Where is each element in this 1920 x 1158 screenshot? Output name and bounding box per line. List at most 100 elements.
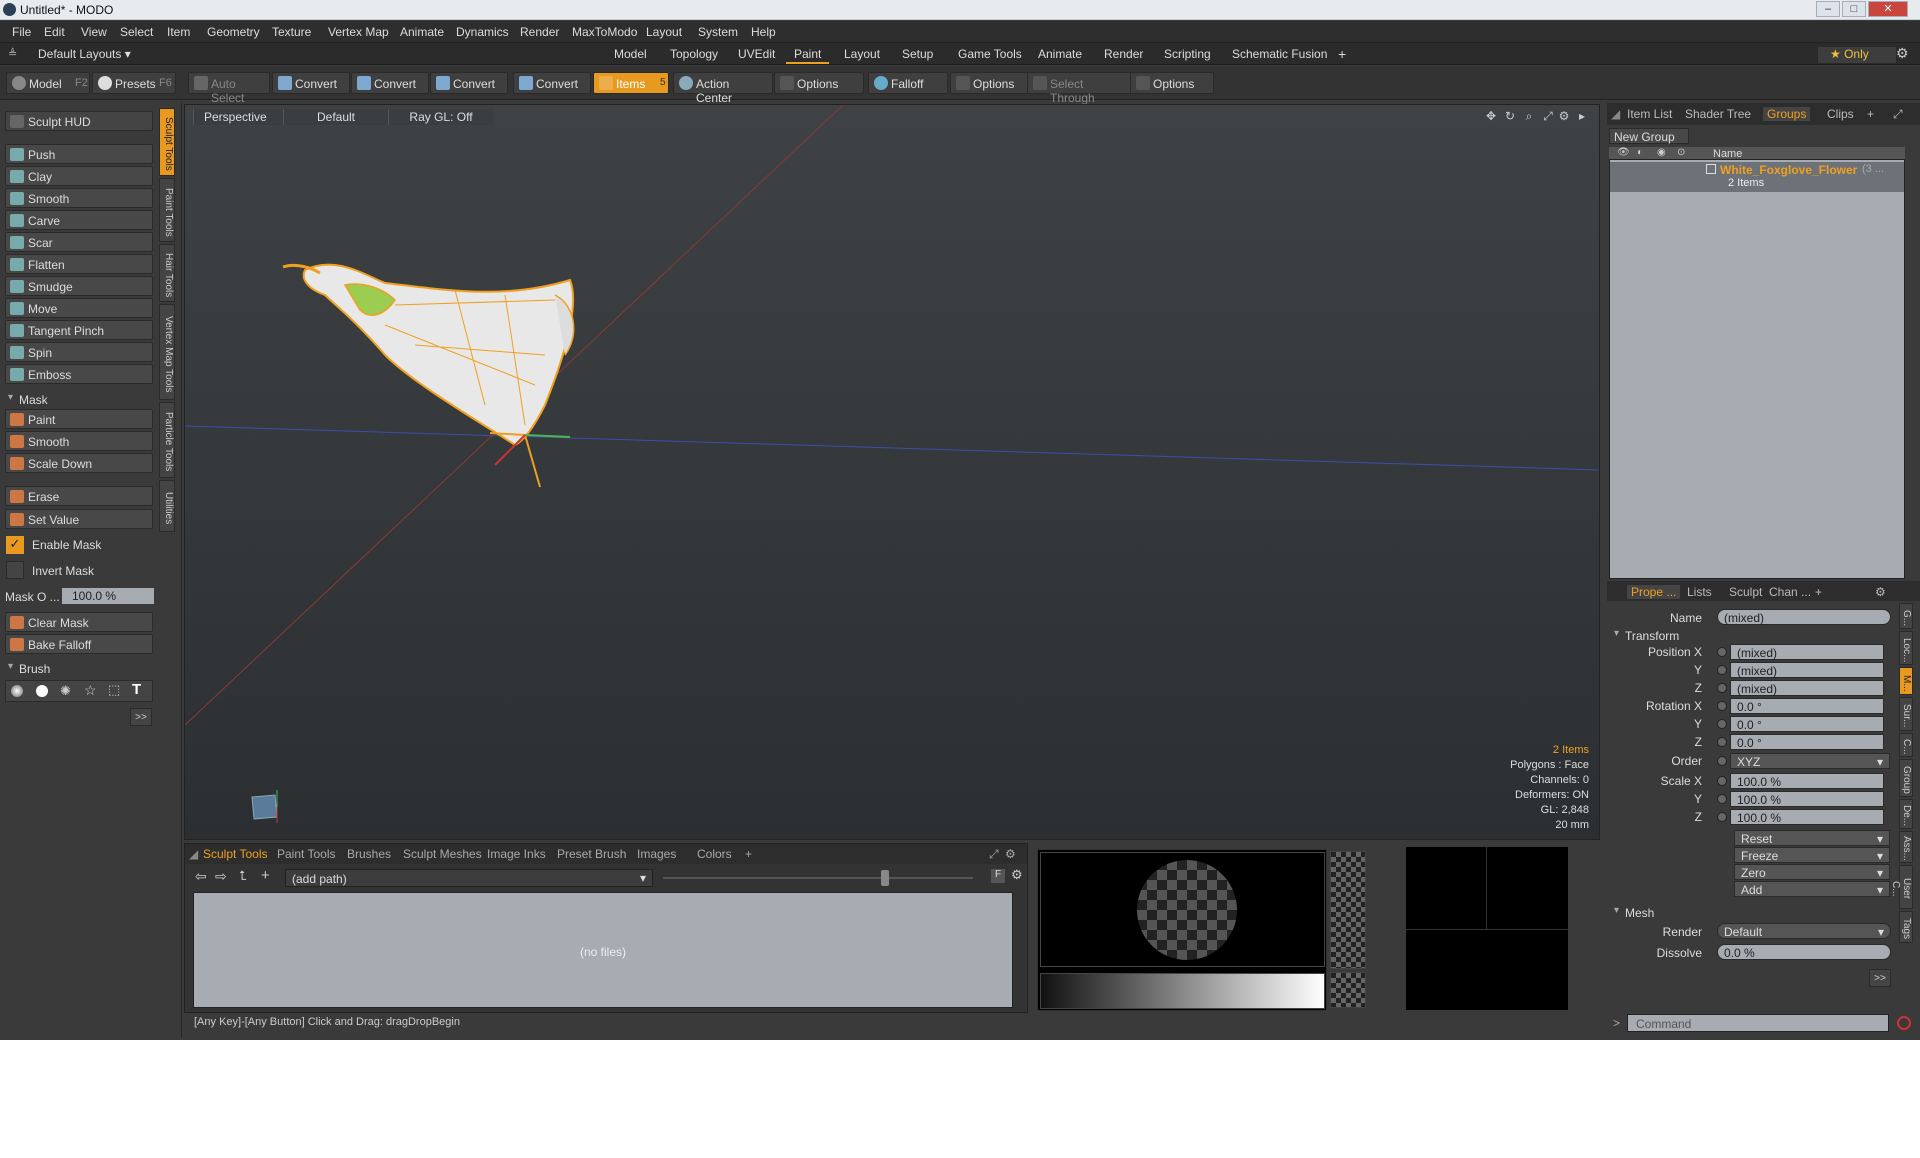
menu-select[interactable]: Select [120,25,153,39]
splat-brush-icon[interactable]: ✺ [60,683,71,699]
slider-handle[interactable] [881,870,889,886]
settings-icon[interactable]: ⚙ [1875,585,1886,599]
layout-menu-icon[interactable]: ≜ [8,47,17,60]
side-tab-loc[interactable]: Loc... [1899,631,1913,665]
tab-sculpt-meshes[interactable]: Sculpt Meshes [403,847,482,861]
tool-scar[interactable]: Scar [5,232,153,252]
tab-lists[interactable]: Lists [1687,585,1712,599]
select-icon[interactable]: ⊙ [1677,147,1685,158]
convert-items-button[interactable]: Convert [513,72,591,94]
scale-z-anim-dot[interactable] [1717,812,1727,822]
side-tab-m[interactable]: M... [1899,667,1913,695]
brush-section-header[interactable]: Brush [5,660,153,678]
tool-emboss[interactable]: Emboss [5,364,153,384]
mask-smooth[interactable]: Smooth [5,431,153,451]
presets-button[interactable]: Presets F6 [92,72,176,94]
dissolve-field[interactable]: 0.0 % [1717,944,1891,960]
name-field[interactable]: (mixed) [1717,609,1891,625]
sculpt-hud-button[interactable]: Sculpt HUD [5,111,153,131]
tab-uvedit[interactable]: UVEdit [730,44,783,64]
menu-item[interactable]: Item [167,25,190,39]
side-tab-g[interactable]: G... [1899,603,1913,629]
add-path-icon[interactable]: + [261,867,270,884]
expand-icon[interactable]: ⤢ [1893,107,1903,122]
tab-animate[interactable]: Animate [1030,44,1090,64]
side-tab-user-c[interactable]: User C... [1890,865,1913,909]
forward-arrow-icon[interactable]: ⇨ [215,868,227,885]
add-dropdown[interactable]: Add ▾ [1734,881,1890,897]
add-tab-button[interactable]: + [1867,107,1874,121]
model-mode-button[interactable]: Model F2 [6,72,90,94]
tab-colors[interactable]: Colors [697,847,732,861]
vtab-particle-tools[interactable]: Particle Tools [159,402,175,478]
tab-channels[interactable]: Chan ... [1769,585,1811,599]
convert-vertices-button[interactable]: Convert [272,72,350,94]
back-arrow-icon[interactable]: ⇦ [195,868,207,885]
expand-icon[interactable]: ⤢ [989,847,999,862]
panel-menu-icon[interactable]: ◢ [189,847,198,861]
path-selector[interactable]: (add path) ▾ [285,869,653,887]
lock-icon[interactable]: ◉ [1657,147,1666,158]
layout-selector[interactable]: Default Layouts ▾ [38,47,131,61]
tool-push[interactable]: Push [5,144,153,164]
falloff-button[interactable]: Falloff [868,72,948,94]
position-z-anim-dot[interactable] [1717,683,1727,693]
tab-scripting[interactable]: Scripting [1156,44,1219,64]
side-tab-ass[interactable]: Ass... [1899,831,1913,863]
tab-clips[interactable]: Clips [1827,107,1854,121]
tool-clay[interactable]: Clay [5,166,153,186]
add-tab-button[interactable]: + [745,847,752,861]
group-name[interactable]: White_Foxglove_Flower [1720,163,1857,177]
groups-list[interactable]: White_Foxglove_Flower (3 ... 2 Items [1609,159,1905,579]
file-list[interactable]: (no files) [193,892,1013,1008]
command-input[interactable]: Command [1627,1014,1889,1032]
tab-game-tools[interactable]: Game Tools [950,44,1030,64]
scale-y-field[interactable]: 100.0 % [1730,791,1884,807]
procedural-brush-icon[interactable]: ⬚ [108,682,120,698]
select-through-button[interactable]: Select Through [1027,72,1133,105]
tab-model[interactable]: Model [606,44,655,64]
position-z-field[interactable]: (mixed) [1730,680,1884,696]
panel-menu-icon[interactable]: ◢ [1611,107,1620,121]
freeze-dropdown[interactable]: Freeze ▾ [1734,847,1890,863]
zero-dropdown[interactable]: Zero ▾ [1734,864,1890,880]
select-options-button[interactable]: Options [1130,72,1214,94]
tab-schematic-fusion[interactable]: Schematic Fusion [1224,44,1335,64]
tab-sculpt-tools[interactable]: Sculpt Tools [203,847,267,861]
vtab-utilities[interactable]: Utilities [159,480,175,532]
mask-scale-down[interactable]: Scale Down [5,453,153,473]
menu-edit[interactable]: Edit [44,25,65,39]
transform-section-header[interactable]: Transform [1611,627,1759,645]
position-y-anim-dot[interactable] [1717,665,1727,675]
rotation-z-anim-dot[interactable] [1717,737,1727,747]
clear-mask-button[interactable]: Clear Mask [5,612,153,632]
falloff-options-button[interactable]: Options [950,72,1030,94]
soft-brush-icon[interactable] [11,685,23,697]
render-icon[interactable]: ◐ [1637,147,1643,158]
side-tab-c[interactable]: C... [1899,733,1913,757]
vtab-paint-tools[interactable]: Paint Tools [159,178,175,242]
menu-system[interactable]: System [698,25,738,39]
browser-settings-icon[interactable]: ⚙ [1011,867,1023,883]
menu-render[interactable]: Render [520,25,559,39]
text-brush-icon[interactable]: T [132,681,141,698]
tool-smudge[interactable]: Smudge [5,276,153,296]
convert-edges-button[interactable]: Convert [351,72,429,94]
side-tab-group[interactable]: Group [1899,759,1913,797]
only-toggle[interactable]: ★ Only [1818,47,1896,63]
rotation-y-field[interactable]: 0.0 ° [1730,716,1884,732]
tab-brushes[interactable]: Brushes [347,847,391,861]
tab-preset-brush[interactable]: Preset Brush [557,847,626,861]
bake-falloff-button[interactable]: Bake Falloff [5,634,153,654]
rotation-x-anim-dot[interactable] [1717,701,1727,711]
menu-animate[interactable]: Animate [400,25,444,39]
scale-x-field[interactable]: 100.0 % [1730,773,1884,789]
scale-x-anim-dot[interactable] [1717,776,1727,786]
auto-select-button[interactable]: Auto Select [188,72,270,105]
vtab-vertex-map-tools[interactable]: Vertex Map Tools [159,304,175,400]
items-mode-button[interactable]: Items 5 [593,72,669,94]
position-x-field[interactable]: (mixed) [1730,644,1884,660]
tool-flatten[interactable]: Flatten [5,254,153,274]
menu-geometry[interactable]: Geometry [207,25,260,39]
action-center-options-button[interactable]: Options [774,72,864,94]
